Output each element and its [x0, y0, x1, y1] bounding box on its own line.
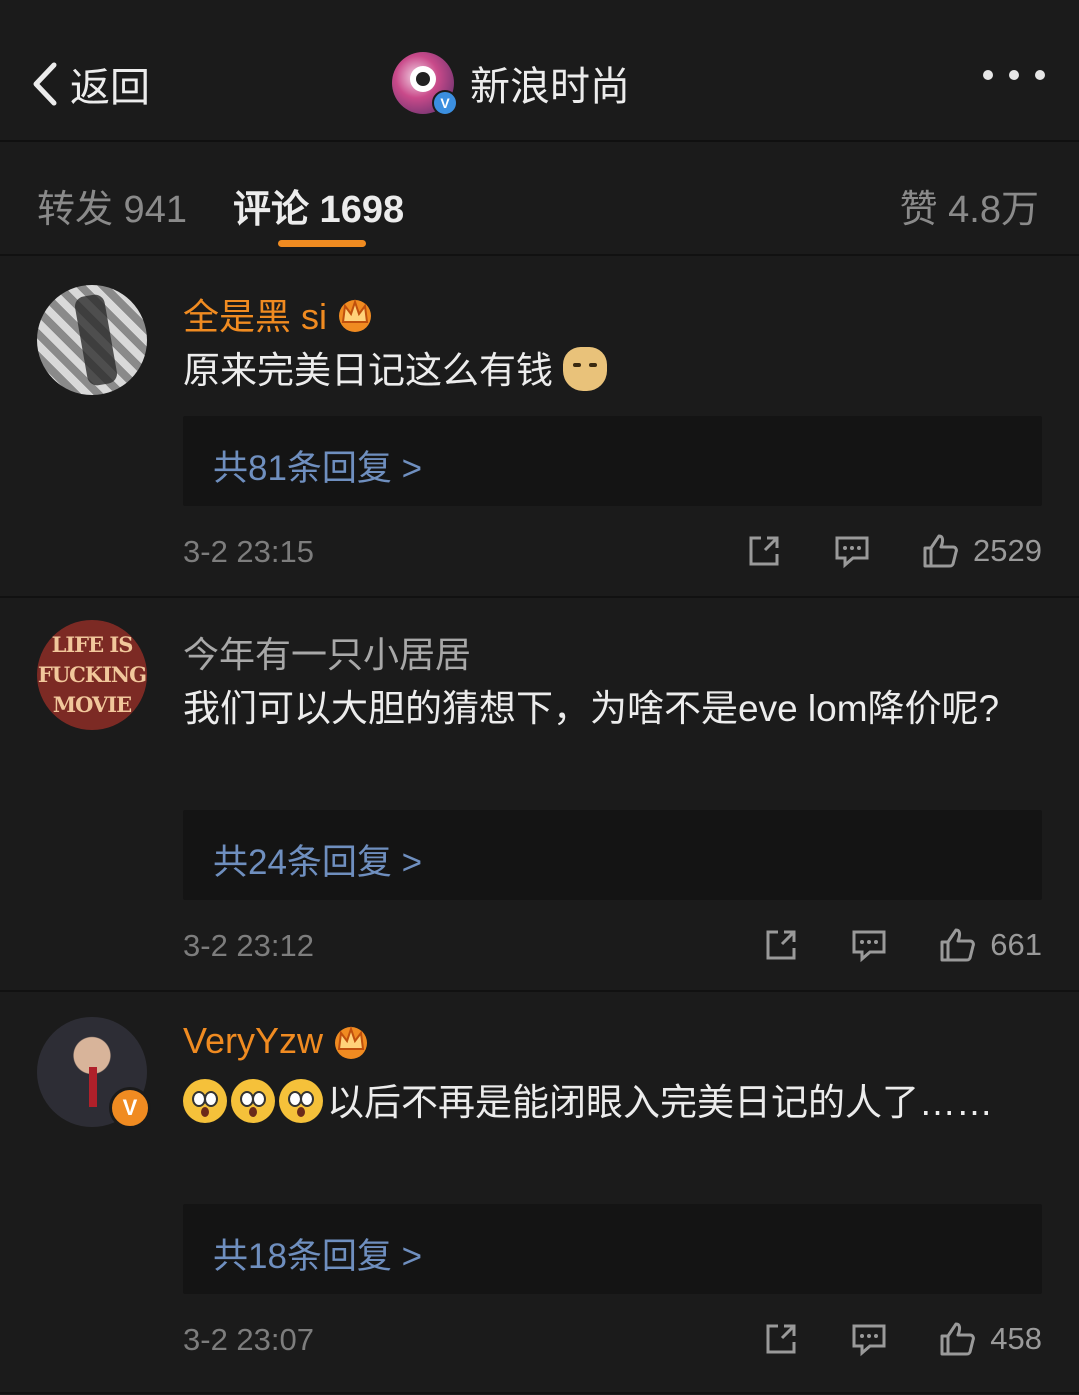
- verified-v-badge: V: [109, 1087, 151, 1129]
- chevron-left-icon: [33, 62, 57, 106]
- comment-username[interactable]: VeryYzw: [183, 1020, 371, 1062]
- tab-repost[interactable]: 转发 941: [37, 178, 187, 233]
- comment-text: 我们可以大胆的猜想下，为啥不是eve lom降价呢?: [183, 688, 1000, 729]
- surprised-emoji-icon: [231, 1079, 275, 1123]
- comment-time: 3-2 23:12: [183, 928, 314, 963]
- thumbs-up-icon[interactable]: [938, 1320, 976, 1358]
- surprised-emoji-icon: [279, 1079, 323, 1123]
- comment-username[interactable]: 全是黑 si: [183, 288, 375, 340]
- comment-icon[interactable]: [833, 532, 871, 570]
- comment-icon[interactable]: [850, 926, 888, 964]
- avatar-text-line: FUCKING: [37, 662, 147, 687]
- comment-text: 以后不再是能闭眼入完美日记的人了……: [183, 1074, 1043, 1132]
- account-avatar[interactable]: V: [392, 52, 458, 116]
- account-header[interactable]: V 新浪时尚: [392, 52, 630, 116]
- comment-item: 全是黑 si 原来完美日记这么有钱 共81条回复 > 3-2 23:15 252…: [0, 256, 1079, 598]
- like-count: 661: [990, 927, 1042, 962]
- replies-link[interactable]: 共18条回复 >: [183, 1204, 1042, 1294]
- comment-meta: 3-2 23:15 2529: [183, 532, 1042, 572]
- comment-meta: 3-2 23:12 661: [183, 926, 1042, 966]
- like-count: 2529: [973, 533, 1042, 568]
- back-button[interactable]: 返回: [28, 56, 150, 112]
- surprised-emoji-icon: [183, 1079, 227, 1123]
- tab-likes[interactable]: 赞 4.8万: [900, 178, 1039, 233]
- back-label: 返回: [70, 66, 150, 110]
- vip-crown-icon: [335, 1025, 368, 1059]
- account-name[interactable]: 新浪时尚: [470, 54, 630, 112]
- share-icon[interactable]: [762, 1320, 800, 1358]
- user-avatar[interactable]: LIFE IS FUCKING MOVIE: [37, 620, 147, 730]
- top-nav-bar: 返回 V 新浪时尚: [0, 0, 1079, 142]
- replies-link[interactable]: 共24条回复 >: [183, 810, 1042, 900]
- user-avatar[interactable]: [37, 285, 147, 395]
- comment-time: 3-2 23:07: [183, 1322, 314, 1357]
- comment-meta: 3-2 23:07 458: [183, 1320, 1042, 1360]
- thumbs-up-icon[interactable]: [938, 926, 976, 964]
- sina-eye-logo-icon: [410, 66, 436, 92]
- tab-comments[interactable]: 评论 1698: [233, 178, 404, 233]
- more-options-icon[interactable]: [983, 70, 1045, 80]
- verified-badge: V: [432, 90, 458, 116]
- avatar-text-line: LIFE IS: [51, 632, 134, 657]
- comment-item: LIFE IS FUCKING MOVIE 今年有一只小居居 我们可以大胆的猜想…: [0, 598, 1079, 992]
- comment-username[interactable]: 今年有一只小居居: [183, 626, 471, 678]
- doge-emoji-icon: [563, 347, 608, 391]
- user-avatar[interactable]: V: [37, 1017, 151, 1129]
- comment-icon[interactable]: [850, 1320, 888, 1358]
- share-icon[interactable]: [762, 926, 800, 964]
- tab-bar: 转发 941 评论 1698 赞 4.8万: [0, 142, 1079, 256]
- comment-time: 3-2 23:15: [183, 534, 314, 569]
- comment-text: 原来完美日记这么有钱: [183, 342, 1043, 400]
- active-tab-indicator: [278, 240, 366, 247]
- share-icon[interactable]: [745, 532, 783, 570]
- like-count: 458: [990, 1321, 1042, 1356]
- comment-item: V VeryYzw 以后不再是能闭眼入完美日记的人了…… 共18条回复 > 3-…: [0, 992, 1079, 1394]
- avatar-text-line: MOVIE: [52, 692, 132, 717]
- vip-crown-icon: [339, 298, 372, 332]
- thumbs-up-icon[interactable]: [921, 532, 959, 570]
- replies-link[interactable]: 共81条回复 >: [183, 416, 1042, 506]
